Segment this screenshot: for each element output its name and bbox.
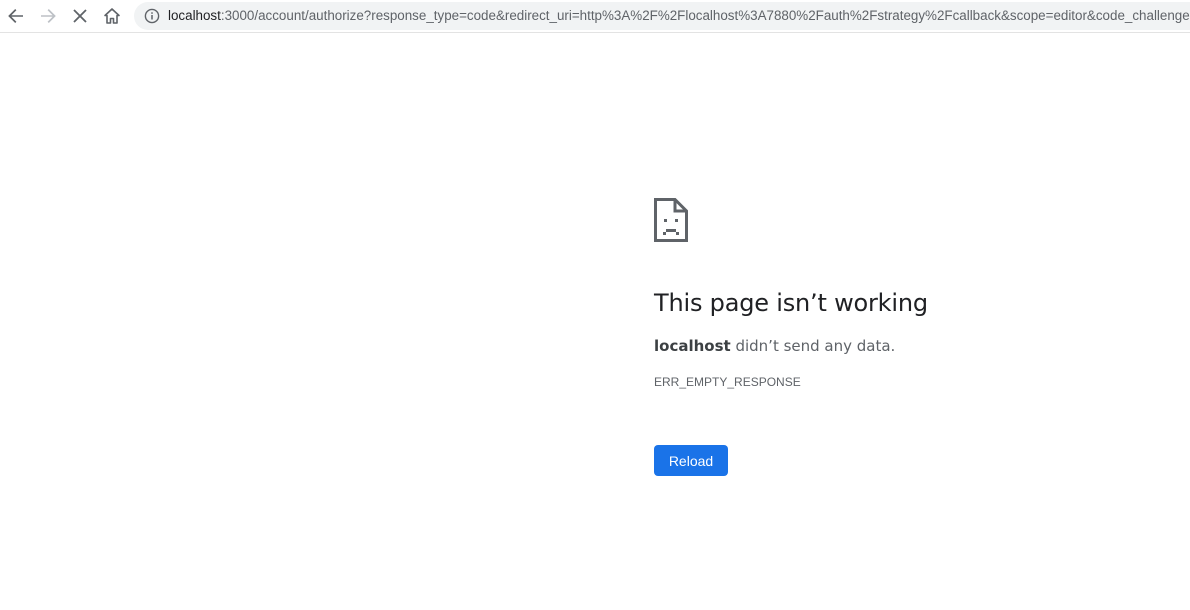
home-button[interactable]: [100, 4, 124, 28]
home-icon: [104, 8, 120, 24]
back-button[interactable]: [4, 4, 28, 28]
arrow-left-icon: [8, 9, 23, 23]
sad-page-icon: [654, 198, 688, 242]
error-content: This page isn’t working localhost didn’t…: [654, 198, 1154, 476]
stop-loading-button[interactable]: [68, 4, 92, 28]
url-path: :3000/account/authorize?response_type=co…: [220, 8, 1190, 23]
arrow-right-icon: [41, 9, 56, 23]
error-host: localhost: [654, 337, 731, 355]
reload-button[interactable]: Reload: [654, 445, 728, 476]
url-host: localhost: [168, 8, 221, 23]
url-text[interactable]: localhost:3000/account/authorize?respons…: [168, 2, 1190, 30]
close-icon: [73, 9, 87, 23]
error-description: localhost didn’t send any data.: [654, 337, 895, 355]
error-message: didn’t send any data.: [730, 337, 896, 355]
browser-toolbar: localhost:3000/account/authorize?respons…: [0, 0, 1190, 33]
address-bar[interactable]: localhost:3000/account/authorize?respons…: [134, 2, 1190, 30]
info-icon[interactable]: [144, 8, 160, 24]
page-title: This page isn’t working: [654, 289, 928, 317]
forward-button[interactable]: [36, 4, 60, 28]
error-code: ERR_EMPTY_RESPONSE: [654, 375, 801, 389]
